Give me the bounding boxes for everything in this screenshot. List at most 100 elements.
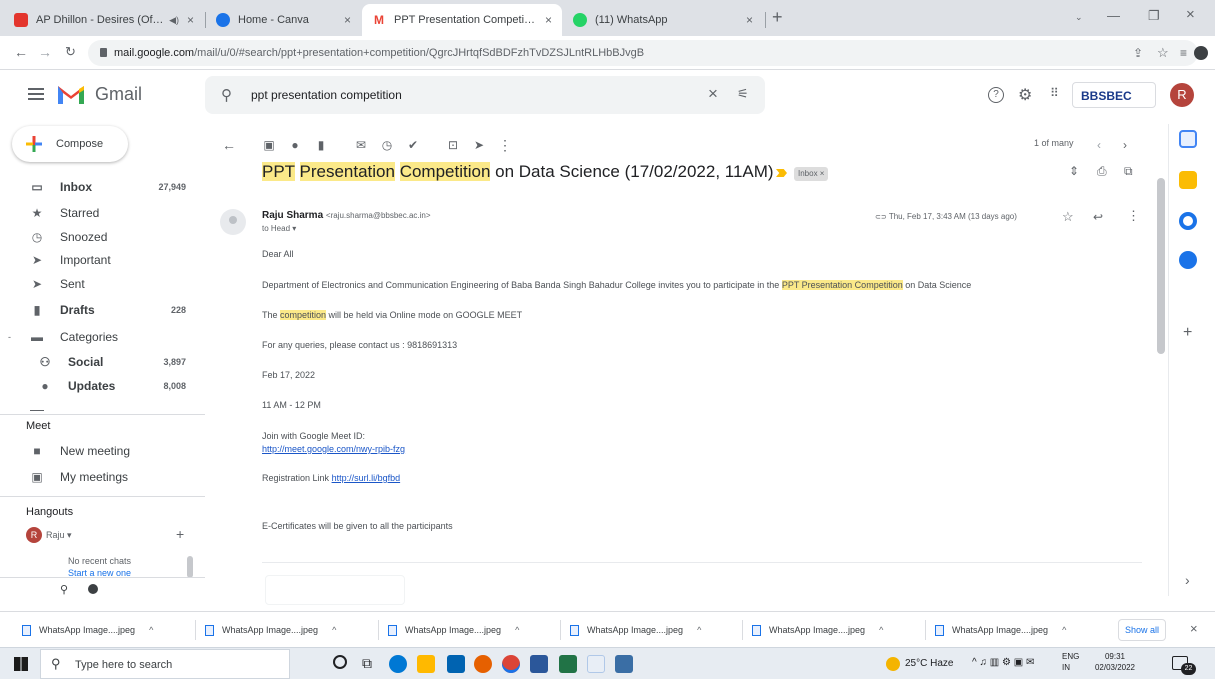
chevron-up-icon[interactable]: ^ bbox=[332, 625, 336, 635]
help-icon[interactable]: ? bbox=[988, 87, 1004, 103]
weather-icon[interactable] bbox=[886, 657, 900, 671]
cortana-icon[interactable] bbox=[333, 655, 347, 669]
close-downloads-icon[interactable]: × bbox=[1190, 621, 1198, 636]
sidebar-item-starred[interactable]: ★ Starred bbox=[0, 201, 200, 225]
download-item[interactable]: WhatsApp Image....jpeg ^ bbox=[752, 612, 883, 648]
lock-icon[interactable] bbox=[100, 48, 107, 57]
profile-icon[interactable] bbox=[1194, 46, 1208, 60]
search-input[interactable]: ppt presentation competition bbox=[251, 88, 402, 102]
back-to-list-icon[interactable]: ← bbox=[222, 137, 236, 153]
close-tab-icon[interactable]: × bbox=[344, 13, 351, 27]
older-icon[interactable]: › bbox=[1118, 138, 1132, 152]
new-window-icon[interactable]: ⧉ bbox=[1124, 164, 1133, 179]
mark-unread-icon[interactable]: ✉ bbox=[354, 138, 368, 152]
task-view-icon[interactable]: ⧉ bbox=[362, 655, 372, 672]
hangouts-scrollbar[interactable] bbox=[187, 556, 193, 578]
sidebar-item-updates[interactable]: ● Updates 8,008 bbox=[0, 374, 200, 398]
hangouts-avatar[interactable]: R bbox=[26, 527, 42, 543]
new-meeting-item[interactable]: ■ New meeting bbox=[0, 439, 200, 463]
importance-marker-icon[interactable] bbox=[776, 169, 787, 177]
sidebar-item-drafts[interactable]: ▮ Drafts 228 bbox=[0, 298, 200, 322]
snooze-icon[interactable]: ◷ bbox=[380, 138, 394, 152]
share-icon[interactable]: ⇪ bbox=[1133, 46, 1143, 60]
word-icon[interactable] bbox=[530, 655, 548, 673]
apps-grid-icon[interactable]: ⠿ bbox=[1050, 86, 1059, 100]
browser-tab[interactable]: AP Dhillon - Desires (Officia ◀) × bbox=[4, 4, 204, 36]
start-chat-link[interactable]: Start a new one bbox=[68, 568, 131, 576]
move-to-icon[interactable]: ⊡ bbox=[446, 138, 460, 152]
edge-icon[interactable] bbox=[389, 655, 407, 673]
archive-icon[interactable]: ▣ bbox=[262, 138, 276, 152]
sender-name[interactable]: Raju Sharma bbox=[262, 210, 323, 221]
speaker-icon[interactable]: ◀) bbox=[169, 15, 179, 26]
sidebar-item-sent[interactable]: ➤ Sent bbox=[0, 272, 200, 296]
reading-list-icon[interactable]: ≡ bbox=[1180, 46, 1187, 60]
sidebar-item-snoozed[interactable]: ◷ Snoozed bbox=[0, 225, 200, 249]
download-item[interactable]: WhatsApp Image....jpeg ^ bbox=[22, 612, 153, 648]
sidebar-item-important[interactable]: ➤ Important bbox=[0, 248, 200, 272]
download-item[interactable]: WhatsApp Image....jpeg ^ bbox=[388, 612, 519, 648]
file-explorer-icon[interactable] bbox=[417, 655, 435, 673]
chevron-up-icon[interactable]: ^ bbox=[515, 625, 519, 635]
calendar-app-icon[interactable] bbox=[1179, 130, 1197, 148]
meet-link[interactable]: http://meet.google.com/nwy-rpib-fzg bbox=[262, 444, 405, 454]
taskbar-search-box[interactable]: ⚲ Type here to search bbox=[40, 649, 290, 679]
reload-icon[interactable]: ↻ bbox=[65, 44, 76, 60]
star-message-icon[interactable]: ☆ bbox=[1062, 209, 1074, 225]
print-icon[interactable]: ⎙ bbox=[1097, 164, 1107, 179]
more-options-icon[interactable]: ⋮ bbox=[498, 137, 512, 153]
my-meetings-item[interactable]: ▣ My meetings bbox=[0, 465, 200, 489]
system-tray-icons[interactable]: ^ ♫ ▥ ⚙ ▣ ✉ bbox=[972, 657, 1034, 668]
back-icon[interactable]: ← bbox=[14, 44, 28, 60]
browser-tab-active[interactable]: M PPT Presentation Competition o × bbox=[362, 4, 562, 36]
settings-gear-icon[interactable]: ⚙ bbox=[1018, 85, 1032, 105]
newer-icon[interactable]: ‹ bbox=[1092, 138, 1106, 152]
reply-icon[interactable]: ↩ bbox=[1093, 210, 1103, 224]
message-scrollbar[interactable] bbox=[1157, 178, 1165, 354]
add-chat-icon[interactable]: + bbox=[176, 526, 184, 542]
add-task-icon[interactable]: ✔ bbox=[406, 138, 420, 152]
chevron-up-icon[interactable]: ^ bbox=[879, 625, 883, 635]
close-tab-icon[interactable]: × bbox=[187, 13, 194, 27]
download-item[interactable]: WhatsApp Image....jpeg ^ bbox=[570, 612, 701, 648]
main-menu-icon[interactable] bbox=[28, 88, 44, 90]
expand-all-icon[interactable]: ⇕ bbox=[1069, 164, 1079, 178]
download-item[interactable]: WhatsApp Image....jpeg ^ bbox=[205, 612, 336, 648]
get-addons-icon[interactable]: + bbox=[1183, 324, 1192, 342]
sidebar-item-inbox[interactable]: ▭ Inbox 27,949 bbox=[0, 175, 200, 199]
message-more-icon[interactable]: ⋮ bbox=[1127, 208, 1140, 224]
browser-tab[interactable]: (11) WhatsApp × bbox=[563, 4, 763, 36]
sidebar-item-categories[interactable]: ▬ Categories - bbox=[0, 325, 200, 349]
new-tab-button[interactable]: + bbox=[772, 7, 783, 28]
org-logo[interactable]: BBSBEC bbox=[1072, 82, 1156, 108]
show-all-downloads-button[interactable]: Show all bbox=[1118, 619, 1166, 641]
label-icon[interactable]: ➤ bbox=[472, 138, 486, 152]
photos-icon[interactable] bbox=[615, 655, 633, 673]
download-item[interactable]: WhatsApp Image....jpeg ^ bbox=[935, 612, 1066, 648]
show-side-panel-icon[interactable]: › bbox=[1185, 572, 1190, 588]
chevron-up-icon[interactable]: ^ bbox=[149, 625, 153, 635]
mail-icon[interactable] bbox=[447, 655, 465, 673]
sender-avatar[interactable] bbox=[220, 209, 246, 235]
paint-icon[interactable] bbox=[587, 655, 605, 673]
bookmark-star-icon[interactable]: ☆ bbox=[1157, 45, 1169, 61]
keep-app-icon[interactable] bbox=[1179, 171, 1197, 189]
tasks-app-icon[interactable] bbox=[1179, 212, 1197, 230]
search-bar[interactable]: ⚲ ppt presentation competition × ⚟ bbox=[205, 76, 765, 114]
search-options-icon[interactable]: ⚟ bbox=[737, 86, 749, 102]
forward-icon[interactable]: → bbox=[38, 44, 52, 60]
chevron-up-icon[interactable]: ^ bbox=[697, 625, 701, 635]
compose-button[interactable]: Compose bbox=[12, 126, 128, 162]
search-icon[interactable]: ⚲ bbox=[221, 86, 232, 104]
close-tab-icon[interactable]: × bbox=[746, 13, 753, 27]
contacts-app-icon[interactable] bbox=[1179, 251, 1197, 269]
windows-start-icon[interactable] bbox=[14, 657, 28, 671]
account-avatar[interactable]: R bbox=[1170, 83, 1194, 107]
clear-search-icon[interactable]: × bbox=[708, 84, 718, 104]
sidebar-item-social[interactable]: ⚇ Social 3,897 bbox=[0, 350, 200, 374]
excel-icon[interactable] bbox=[559, 655, 577, 673]
chrome-icon[interactable] bbox=[502, 655, 520, 673]
close-tab-icon[interactable]: × bbox=[545, 13, 552, 27]
delete-icon[interactable]: ▮ bbox=[314, 138, 328, 152]
browser-tab[interactable]: Home - Canva × bbox=[206, 4, 361, 36]
